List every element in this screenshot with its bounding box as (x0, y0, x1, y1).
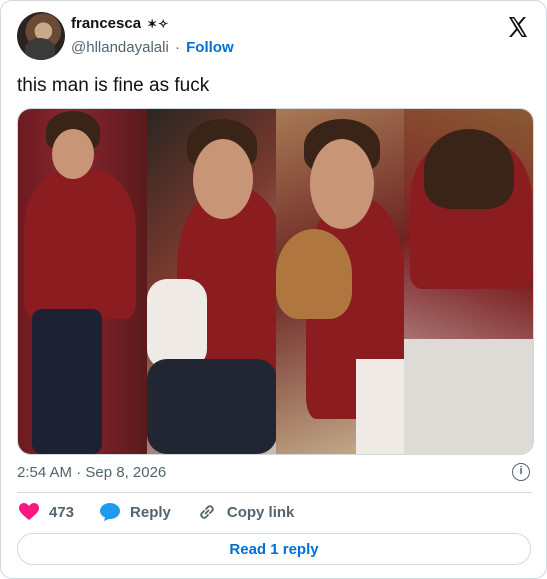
author-name-emoji: ✶✧ (147, 17, 170, 31)
reply-bubble-icon (100, 503, 121, 521)
info-icon[interactable]: i (512, 463, 530, 481)
author-name-text[interactable]: francesca (71, 15, 141, 32)
author-handle-row: @hllandayalali · Follow (71, 39, 234, 56)
reply-button[interactable]: Reply (100, 503, 171, 521)
action-bar: 473 Reply Copy link (19, 502, 320, 522)
reply-label: Reply (130, 503, 171, 521)
link-icon (200, 505, 214, 519)
copy-link-button[interactable]: Copy link (197, 502, 295, 522)
read-replies-label: Read 1 reply (229, 540, 319, 558)
like-count: 473 (49, 503, 75, 521)
divider (17, 492, 532, 493)
media-grid[interactable] (17, 108, 534, 455)
follow-button[interactable]: Follow (186, 39, 234, 56)
tweet-card: francesca ✶✧ @hllandayalali · Follow this… (0, 0, 547, 579)
author-name[interactable]: francesca ✶✧ (71, 15, 169, 32)
read-replies-button[interactable]: Read 1 reply (17, 533, 531, 565)
tweet-timestamp[interactable]: 2:54 AM · Sep 8, 2026 (17, 464, 166, 481)
photo-2[interactable] (146, 109, 276, 454)
heart-icon (19, 503, 39, 520)
like-button[interactable]: 473 (19, 503, 74, 521)
author-handle[interactable]: @hllandayalali (71, 39, 169, 56)
photo-1[interactable] (18, 109, 147, 454)
tweet-text: this man is fine as fuck (17, 75, 210, 96)
x-logo-icon[interactable] (506, 15, 530, 39)
photo-4[interactable] (404, 109, 533, 454)
photo-3[interactable] (275, 109, 405, 454)
author-avatar[interactable] (17, 12, 65, 60)
copy-link-label: Copy link (226, 503, 295, 521)
separator-dot: · (170, 39, 185, 56)
